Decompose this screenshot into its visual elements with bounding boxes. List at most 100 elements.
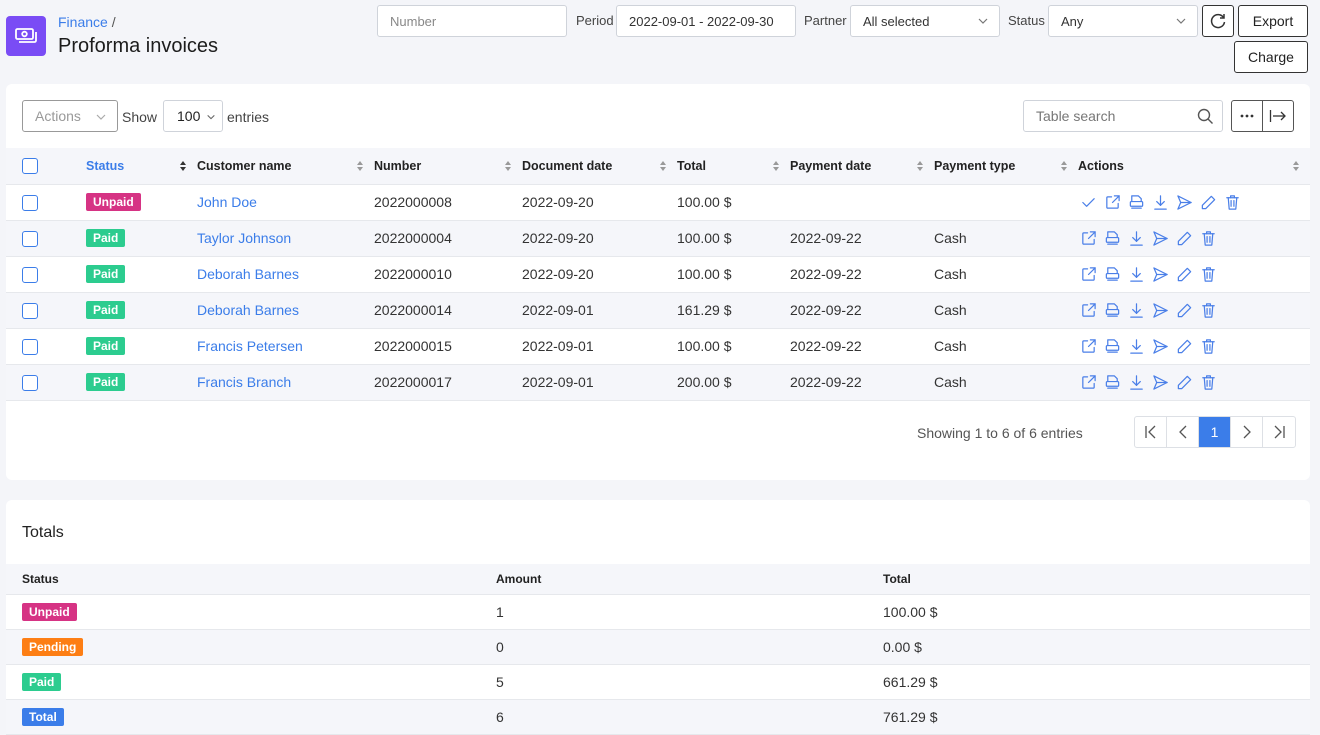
first-page-button[interactable]	[1135, 417, 1167, 447]
row-checkbox[interactable]	[22, 302, 38, 319]
edit-icon[interactable]	[1176, 266, 1193, 283]
status-cell: Paid	[86, 364, 197, 401]
pdf-icon[interactable]	[1104, 338, 1121, 355]
send-icon[interactable]	[1152, 302, 1169, 319]
edit-icon[interactable]	[1176, 338, 1193, 355]
status-select[interactable]: Any	[1048, 5, 1198, 37]
external-link-icon[interactable]	[1104, 194, 1121, 211]
totals-total-cell: 761.29 $	[867, 699, 1310, 735]
customer-link[interactable]: Deborah Barnes	[197, 266, 299, 282]
row-checkbox[interactable]	[22, 338, 38, 355]
period-date-range-input[interactable]: 2022-09-01 - 2022-09-30	[616, 5, 796, 37]
edit-icon[interactable]	[1176, 374, 1193, 391]
export-button[interactable]: Export	[1238, 5, 1308, 37]
actions-cell	[1078, 256, 1310, 293]
payment-date-cell: 2022-09-22	[790, 256, 934, 293]
table-row: Unpaid John Doe 2022000008 2022-09-20 10…	[6, 184, 1310, 221]
check-icon[interactable]	[1080, 194, 1097, 211]
expand-columns-button[interactable]	[1263, 101, 1293, 131]
trash-icon[interactable]	[1200, 266, 1217, 283]
send-icon[interactable]	[1152, 374, 1169, 391]
row-checkbox[interactable]	[22, 194, 38, 211]
total-cell: 100.00 $	[677, 184, 790, 221]
refresh-button[interactable]	[1202, 5, 1234, 37]
status-cell: Unpaid	[86, 184, 197, 221]
download-icon[interactable]	[1128, 230, 1145, 247]
column-header-payment-type[interactable]: Payment type	[934, 148, 1078, 185]
search-icon	[1197, 108, 1213, 124]
totals-status-cell: Paid	[6, 664, 480, 700]
bulk-actions-select[interactable]: Actions	[22, 100, 118, 132]
pdf-icon[interactable]	[1104, 302, 1121, 319]
customer-cell: Francis Branch	[197, 364, 374, 401]
entries-per-page-select[interactable]: 100	[163, 100, 223, 132]
customer-link[interactable]: Taylor Johnson	[197, 230, 291, 246]
external-link-icon[interactable]	[1080, 374, 1097, 391]
trash-icon[interactable]	[1200, 302, 1217, 319]
column-header-document-date[interactable]: Document date	[522, 148, 677, 185]
download-icon[interactable]	[1128, 374, 1145, 391]
invoices-card: Actions Show 100 entries Table search St…	[6, 84, 1310, 480]
download-icon[interactable]	[1152, 194, 1169, 211]
status-cell: Paid	[86, 328, 197, 365]
row-select-cell	[6, 184, 86, 221]
customer-link[interactable]: Francis Petersen	[197, 338, 303, 354]
totals-total-cell: 100.00 $	[867, 594, 1310, 630]
customer-link[interactable]: Francis Branch	[197, 374, 291, 390]
pdf-icon[interactable]	[1104, 230, 1121, 247]
send-icon[interactable]	[1176, 194, 1193, 211]
totals-status-cell: Total	[6, 699, 480, 735]
next-page-button[interactable]	[1231, 417, 1263, 447]
row-actions	[1080, 266, 1217, 283]
totals-title: Totals	[22, 524, 64, 541]
column-header-payment-date[interactable]: Payment date	[790, 148, 934, 185]
more-options-button[interactable]	[1232, 101, 1263, 131]
external-link-icon[interactable]	[1080, 338, 1097, 355]
column-label: Total	[677, 158, 706, 173]
edit-icon[interactable]	[1200, 194, 1217, 211]
column-label: Payment type	[934, 158, 1016, 173]
column-header-customer-name[interactable]: Customer name	[197, 148, 374, 185]
download-icon[interactable]	[1128, 338, 1145, 355]
column-header-actions[interactable]: Actions	[1078, 148, 1310, 185]
customer-cell: Deborah Barnes	[197, 256, 374, 293]
number-filter-input[interactable]: Number	[377, 5, 567, 37]
trash-icon[interactable]	[1224, 194, 1241, 211]
column-header-total[interactable]: Total	[677, 148, 790, 185]
pdf-icon[interactable]	[1104, 266, 1121, 283]
column-header-number[interactable]: Number	[374, 148, 522, 185]
trash-icon[interactable]	[1200, 338, 1217, 355]
last-page-button[interactable]	[1263, 417, 1295, 447]
row-checkbox[interactable]	[22, 374, 38, 391]
download-icon[interactable]	[1128, 302, 1145, 319]
row-checkbox[interactable]	[22, 266, 38, 283]
charge-button[interactable]: Charge	[1234, 41, 1308, 73]
trash-icon[interactable]	[1200, 230, 1217, 247]
edit-icon[interactable]	[1176, 230, 1193, 247]
customer-link[interactable]: John Doe	[197, 194, 257, 210]
external-link-icon[interactable]	[1080, 230, 1097, 247]
partner-select[interactable]: All selected	[850, 5, 1000, 37]
pdf-icon[interactable]	[1128, 194, 1145, 211]
download-icon[interactable]	[1128, 266, 1145, 283]
send-icon[interactable]	[1152, 338, 1169, 355]
column-label: Status	[86, 158, 125, 173]
ellipsis-icon	[1240, 114, 1254, 118]
trash-icon[interactable]	[1200, 374, 1217, 391]
breadcrumb-finance-link[interactable]: Finance	[58, 14, 108, 30]
external-link-icon[interactable]	[1080, 266, 1097, 283]
partner-label: Partner	[804, 13, 847, 28]
pdf-icon[interactable]	[1104, 374, 1121, 391]
status-badge: Paid	[22, 672, 62, 691]
send-icon[interactable]	[1152, 266, 1169, 283]
table-search-input[interactable]: Table search	[1023, 100, 1223, 132]
previous-page-button[interactable]	[1167, 417, 1199, 447]
row-checkbox[interactable]	[22, 230, 38, 247]
external-link-icon[interactable]	[1080, 302, 1097, 319]
column-header-status[interactable]: Status	[86, 148, 197, 185]
customer-link[interactable]: Deborah Barnes	[197, 302, 299, 318]
send-icon[interactable]	[1152, 230, 1169, 247]
select-all-checkbox[interactable]	[22, 157, 38, 174]
page-button-current[interactable]: 1	[1199, 417, 1231, 447]
edit-icon[interactable]	[1176, 302, 1193, 319]
